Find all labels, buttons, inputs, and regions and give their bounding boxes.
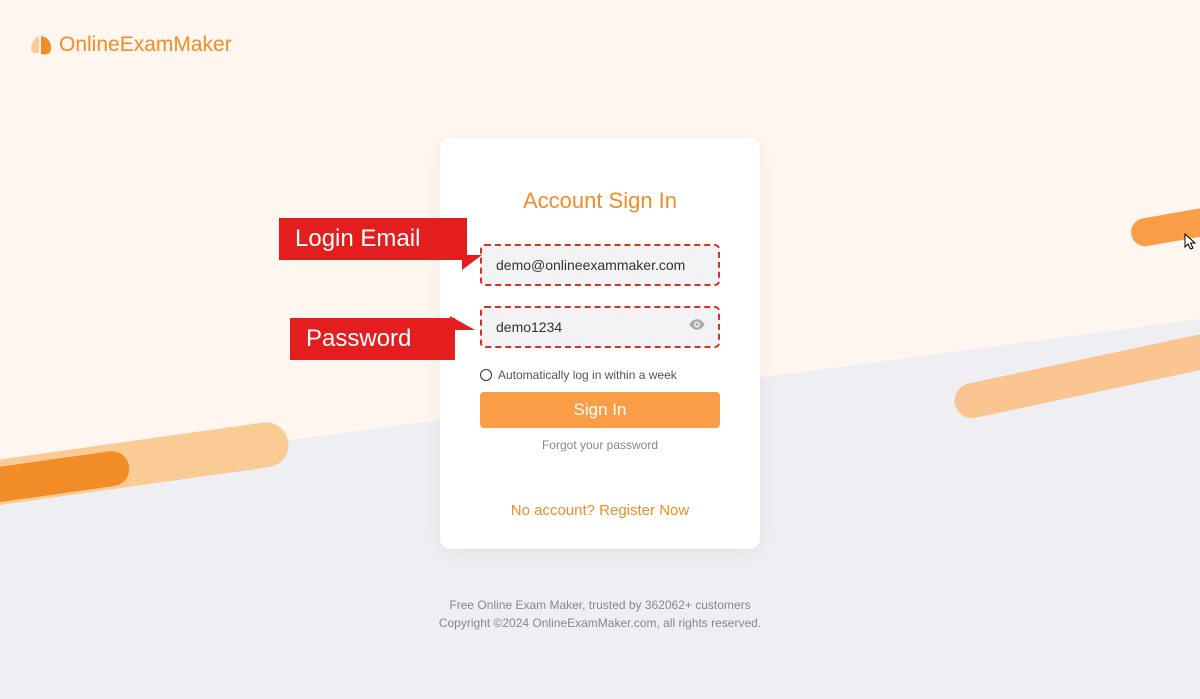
logo-text: OnlineExamMaker <box>59 33 232 57</box>
email-input-wrap <box>480 244 720 286</box>
footer-line-2: Copyright ©2024 OnlineExamMaker.com, all… <box>0 616 1200 630</box>
email-field[interactable] <box>480 244 720 286</box>
auto-login-label: Automatically log in within a week <box>498 368 677 382</box>
signin-button[interactable]: Sign In <box>480 392 720 428</box>
password-field[interactable] <box>480 306 720 348</box>
page-footer: Free Online Exam Maker, trusted by 36206… <box>0 598 1200 634</box>
footer-line-1: Free Online Exam Maker, trusted by 36206… <box>0 598 1200 612</box>
card-title: Account Sign In <box>480 188 720 214</box>
brand-logo[interactable]: OnlineExamMaker <box>25 30 232 60</box>
annotation-email: Login Email <box>279 218 467 260</box>
annotation-password: Password <box>290 318 455 360</box>
cursor-icon <box>1184 233 1198 256</box>
forgot-password-link[interactable]: Forgot your password <box>480 438 720 452</box>
eye-icon[interactable] <box>688 316 706 339</box>
auto-login-checkbox[interactable] <box>480 369 492 381</box>
register-link[interactable]: No account? Register Now <box>480 502 720 519</box>
logo-icon <box>25 30 55 60</box>
password-input-wrap <box>480 306 720 348</box>
signin-card: Account Sign In Automatically log in wit… <box>440 138 760 549</box>
auto-login-row[interactable]: Automatically log in within a week <box>480 368 720 382</box>
